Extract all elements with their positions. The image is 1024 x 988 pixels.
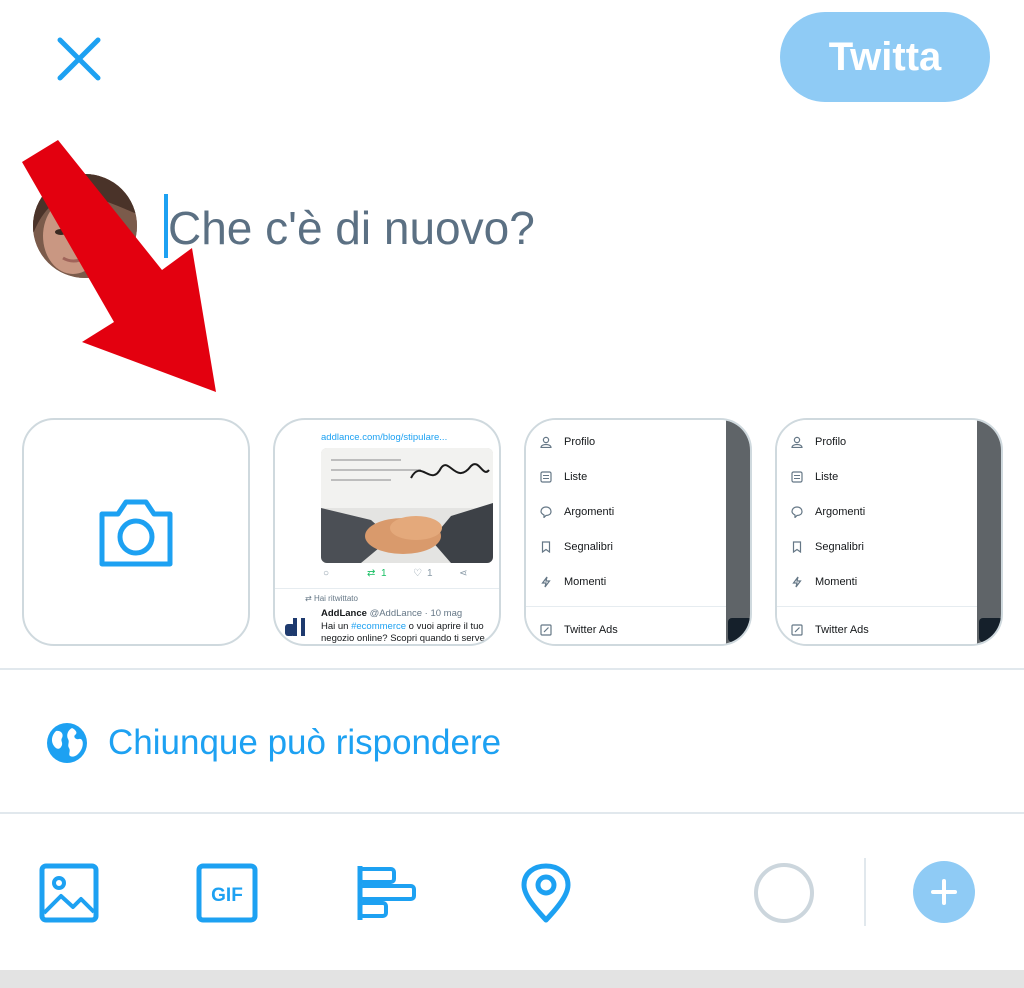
plus-icon — [931, 879, 957, 905]
poll-icon — [357, 866, 416, 920]
add-thread-button[interactable] — [913, 861, 975, 923]
toolbar-separator — [864, 858, 866, 926]
divider — [777, 606, 977, 607]
add-image-button[interactable] — [37, 861, 101, 925]
hashtag: #ecommerce — [351, 621, 407, 632]
topics-icon — [791, 506, 803, 518]
image-icon — [39, 863, 99, 923]
menu-item-label: Argomenti — [564, 506, 615, 518]
add-poll-button[interactable] — [355, 861, 419, 925]
menu-item-label: Liste — [815, 471, 839, 483]
like-icon: ♡ — [413, 568, 422, 579]
close-icon — [57, 37, 101, 81]
menu-item-lists: Liste — [791, 467, 838, 487]
reply-icon: ○ — [323, 568, 330, 579]
gif-icon: GIF — [196, 863, 258, 923]
menu-item-label: Profilo — [815, 436, 847, 448]
compose-area — [0, 160, 1024, 310]
share-icon: ⋖ — [459, 568, 468, 579]
menu-item-profile: Profilo — [540, 432, 595, 452]
divider — [0, 812, 1024, 814]
author-handle: @AddLance · 10 mag — [369, 608, 463, 619]
menu-panel: Profilo Liste Argomenti Segnalibri Momen… — [526, 420, 726, 644]
tweet-link: addlance.com/blog/stipulare... — [321, 432, 448, 443]
person-icon — [791, 436, 803, 448]
topics-icon — [540, 506, 552, 518]
retweet-count: 1 — [381, 568, 387, 579]
menu-item-label: Twitter Ads — [815, 624, 869, 636]
menu-item-label: Profilo — [564, 436, 596, 448]
reply-settings-button[interactable]: Chiunque può rispondere — [46, 718, 501, 768]
divider — [0, 668, 1024, 670]
tweet-actions: ○ ⇄ 1 ♡ 1 ⋖ — [321, 568, 471, 582]
menu-item-topics: Argomenti — [540, 502, 614, 522]
menu-item-moments: Momenti — [540, 572, 606, 592]
menu-panel: Profilo Liste Argomenti Segnalibri Momen… — [777, 420, 977, 644]
camera-tile[interactable] — [22, 418, 250, 646]
list-icon — [791, 471, 803, 483]
camera-icon — [99, 499, 173, 567]
menu-item-label: Momenti — [815, 576, 858, 588]
gallery-image-tweet[interactable]: addlance.com/blog/stipulare... ○ ⇄ 1 ♡ 1… — [273, 418, 501, 646]
retweet-small-icon: ⇄ — [305, 594, 314, 603]
media-gallery: addlance.com/blog/stipulare... ○ ⇄ 1 ♡ 1… — [22, 418, 1012, 648]
menu-item-label: Momenti — [564, 576, 607, 588]
retweet-note: ⇄ Hai ritwittato — [305, 594, 358, 603]
gallery-image-menu-1[interactable]: Profilo Liste Argomenti Segnalibri Momen… — [524, 418, 752, 646]
like-count: 1 — [427, 568, 433, 579]
gif-label: GIF — [211, 885, 243, 906]
addlance-logo — [285, 618, 305, 636]
dimmed-background — [726, 420, 750, 644]
tweet-button[interactable]: Twitta — [780, 12, 990, 102]
menu-item-label: Argomenti — [815, 506, 866, 518]
reply-settings-label: Chiunque può rispondere — [108, 723, 502, 762]
menu-item-moments: Momenti — [791, 572, 857, 592]
menu-item-twitter-ads: Twitter Ads — [791, 620, 869, 640]
menu-item-label: Segnalibri — [564, 541, 613, 553]
person-icon — [540, 436, 552, 448]
character-counter — [754, 863, 814, 923]
compose-toolbar: GIF — [0, 815, 1024, 970]
location-icon — [521, 863, 571, 923]
divider — [526, 606, 726, 607]
menu-item-label: Liste — [564, 471, 588, 483]
menu-item-bookmarks: Segnalibri — [540, 537, 613, 557]
menu-item-topics: Argomenti — [791, 502, 865, 522]
tweet-text: Hai un #ecommerce o vuoi aprire il tuo n… — [321, 621, 497, 644]
bookmark-icon — [792, 541, 802, 553]
dimmed-background — [977, 420, 1001, 644]
globe-icon — [47, 723, 87, 763]
tweet-text-start: Hai un — [321, 621, 352, 632]
add-location-button[interactable] — [514, 861, 578, 925]
menu-item-lists: Liste — [540, 467, 587, 487]
menu-item-twitter-ads: Twitter Ads — [540, 620, 618, 640]
retweet-note-text: Hai ritwittato — [313, 594, 358, 603]
menu-item-label: Twitter Ads — [564, 624, 618, 636]
list-icon — [540, 471, 552, 483]
avatar[interactable] — [33, 174, 137, 278]
close-button[interactable] — [50, 30, 108, 88]
tweet-photo — [321, 448, 493, 563]
author-name: AddLance — [321, 608, 367, 619]
menu-item-label: Segnalibri — [815, 541, 864, 553]
bookmark-icon — [541, 541, 551, 553]
divider — [275, 588, 499, 589]
system-bar — [0, 970, 1024, 988]
retweet-icon: ⇄ — [367, 568, 376, 579]
tweet-author: AddLance @AddLance · 10 mag — [321, 608, 462, 619]
tweet-compose-input[interactable] — [168, 188, 928, 268]
add-gif-button[interactable]: GIF — [195, 861, 259, 925]
top-bar: Twitta — [0, 0, 1024, 120]
menu-item-profile: Profilo — [791, 432, 846, 452]
menu-item-bookmarks: Segnalibri — [791, 537, 864, 557]
lightning-icon — [541, 576, 551, 588]
gallery-image-menu-2[interactable]: Profilo Liste Argomenti Segnalibri Momen… — [775, 418, 1003, 646]
lightning-icon — [792, 576, 802, 588]
external-link-icon — [791, 624, 803, 636]
external-link-icon — [540, 624, 552, 636]
